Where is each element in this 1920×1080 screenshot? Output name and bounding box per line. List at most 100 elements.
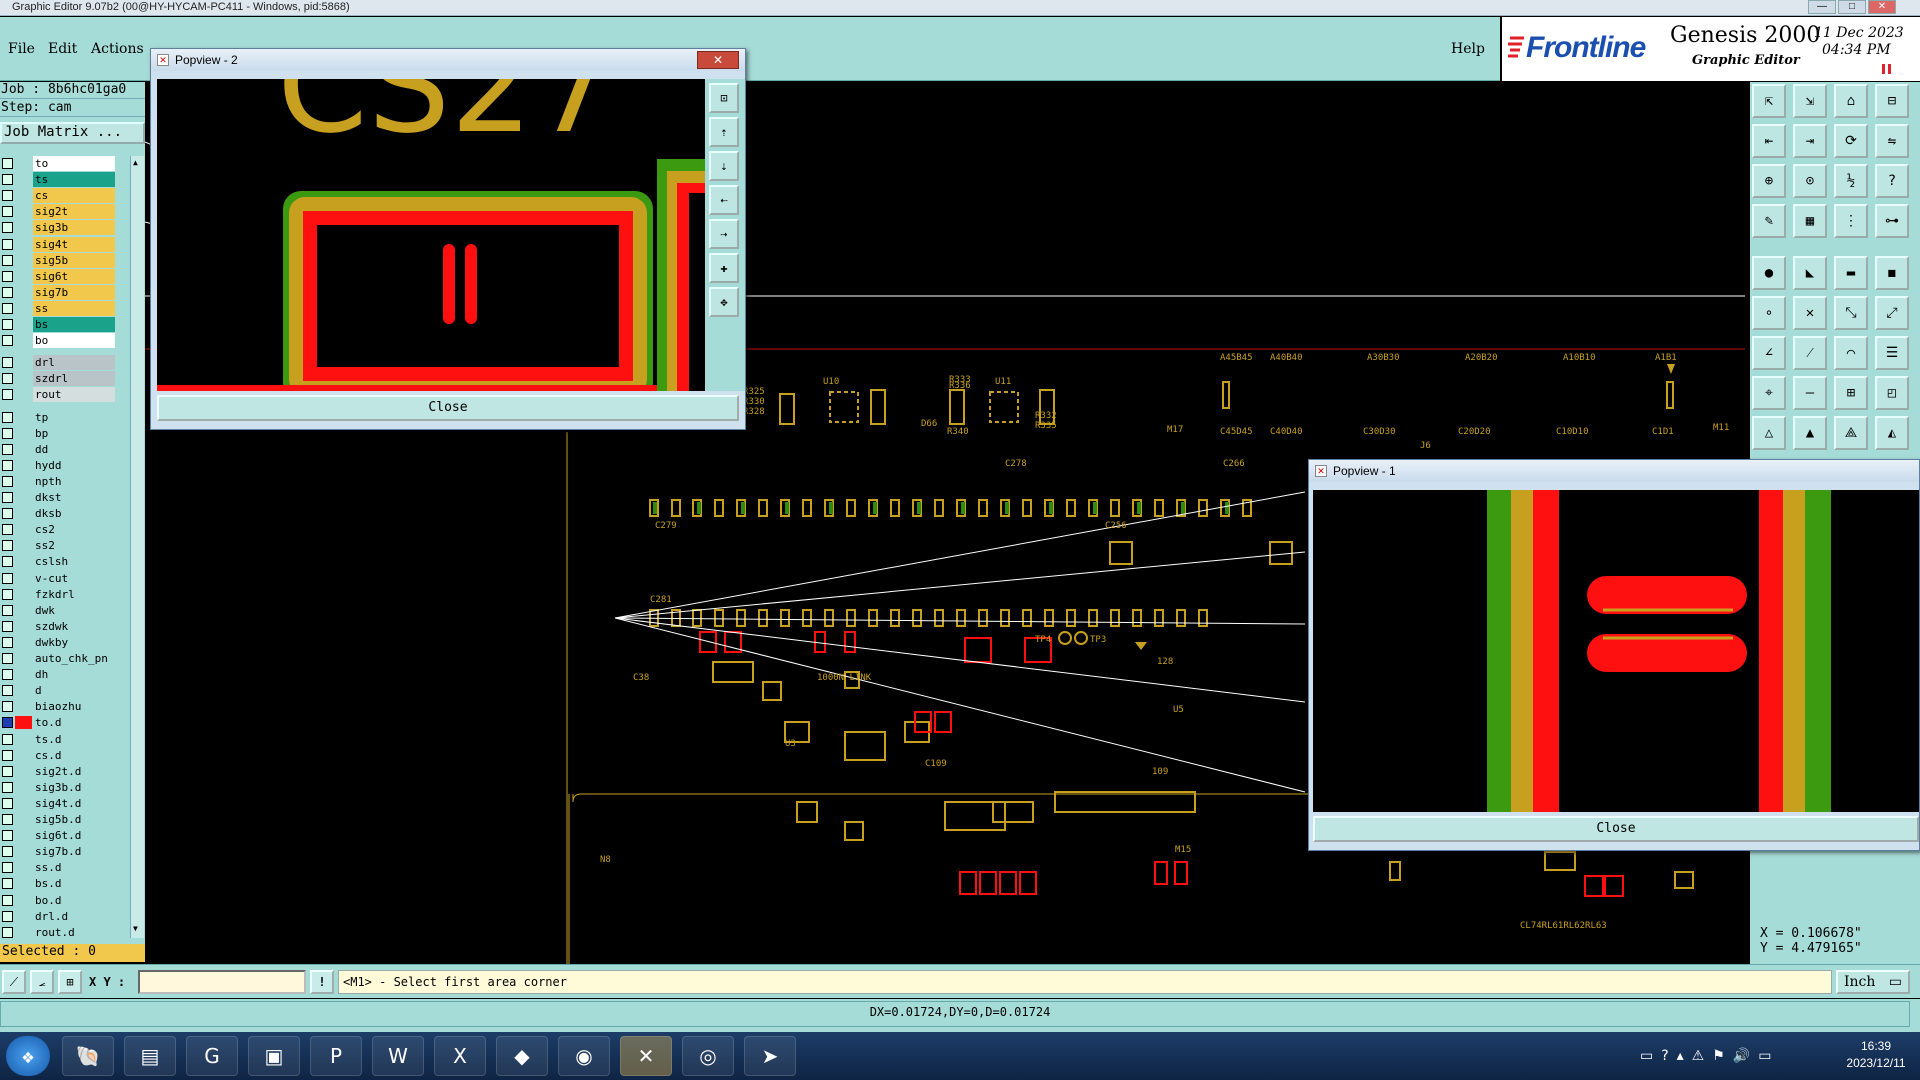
layer-row[interactable]: sig2t.d xyxy=(0,763,118,779)
layer-color-swatch[interactable] xyxy=(15,442,32,456)
layer-row[interactable]: bp xyxy=(0,425,118,441)
measure-icon[interactable]: ✎ xyxy=(1752,204,1786,238)
triangle-b-icon[interactable]: ▲ xyxy=(1793,416,1827,450)
layer-checkbox[interactable] xyxy=(2,357,13,369)
reshape-icon[interactable]: ⌖ xyxy=(1752,376,1786,410)
arc-icon[interactable]: ⌒ xyxy=(1834,336,1868,370)
layer-checkbox[interactable] xyxy=(2,158,13,169)
layer-color-swatch[interactable] xyxy=(15,318,32,331)
zoom-back-icon[interactable]: ⇲ xyxy=(1793,84,1827,118)
layer-name[interactable]: szdwk xyxy=(33,618,115,634)
layer-name[interactable]: bs xyxy=(33,317,115,332)
prompt-info-button[interactable]: ! xyxy=(310,970,334,994)
layer-color-swatch[interactable] xyxy=(15,474,32,488)
layer-color-swatch[interactable] xyxy=(15,253,32,267)
layer-color-swatch[interactable] xyxy=(15,269,32,283)
layer-color-swatch[interactable] xyxy=(15,587,32,601)
layer-name[interactable]: auto_chk_pn xyxy=(33,651,115,666)
taskbar-app-blue-icon[interactable]: ➤ xyxy=(744,1036,796,1076)
layer-color-swatch[interactable] xyxy=(15,410,32,424)
layer-checkbox[interactable] xyxy=(2,540,13,552)
layer-name[interactable]: drl xyxy=(33,355,115,371)
layer-row[interactable]: sig5b.d xyxy=(0,812,118,827)
layer-name[interactable]: sig6t xyxy=(33,268,115,284)
layer-color-swatch[interactable] xyxy=(15,189,32,203)
layer-checkbox[interactable] xyxy=(2,894,13,906)
layer-row[interactable]: bo.d xyxy=(0,892,118,908)
layer-color-swatch[interactable] xyxy=(15,861,32,875)
layer-color-swatch[interactable] xyxy=(15,301,32,315)
layer-color-swatch[interactable] xyxy=(15,555,32,569)
layer-row[interactable]: dwkby xyxy=(0,634,118,650)
help-icon[interactable]: ? xyxy=(1875,164,1909,198)
layer-row[interactable]: d xyxy=(0,683,118,699)
layer-name[interactable]: sig4t.d xyxy=(33,795,115,811)
layer-checkbox[interactable] xyxy=(2,604,13,616)
layer-row[interactable]: ss xyxy=(0,300,118,316)
layer-checkbox[interactable] xyxy=(2,814,13,825)
layer-color-swatch[interactable] xyxy=(15,684,32,698)
layer-name[interactable]: dd xyxy=(33,441,115,457)
menu-help[interactable]: Help xyxy=(1451,41,1485,57)
layer-row[interactable]: auto_chk_pn xyxy=(0,651,118,666)
layer-color-swatch[interactable] xyxy=(15,925,32,939)
taskbar-viewer-icon[interactable]: ◎ xyxy=(682,1036,734,1076)
home-icon[interactable]: ⌂ xyxy=(1834,84,1868,118)
layer-name[interactable]: tp xyxy=(33,409,115,425)
layer-row[interactable]: npth xyxy=(0,473,118,489)
layer-checkbox[interactable] xyxy=(2,286,13,298)
layer-row[interactable]: ss2 xyxy=(0,538,118,554)
layer-row[interactable]: sig7b xyxy=(0,284,118,300)
layer-row[interactable]: drl.d xyxy=(0,908,118,924)
layer-color-swatch[interactable] xyxy=(15,221,32,235)
layer-row[interactable]: drl xyxy=(0,355,118,371)
layer-row[interactable]: sig3b xyxy=(0,220,118,236)
layer-row[interactable]: v-cut xyxy=(0,570,118,586)
layer-checkbox[interactable] xyxy=(2,636,13,648)
point-select-icon[interactable]: ◼ xyxy=(1875,256,1909,290)
layer-checkbox[interactable] xyxy=(2,653,13,664)
layer-name[interactable]: sig2t.d xyxy=(33,763,115,779)
pan-left-icon[interactable]: ⇤ xyxy=(1752,124,1786,158)
layer-name[interactable]: dwkby xyxy=(33,634,115,650)
layer-checkbox[interactable] xyxy=(2,556,13,568)
layer-name[interactable]: cs.d xyxy=(33,747,115,763)
attach-icon[interactable]: ⊞ xyxy=(1834,376,1868,410)
snap-toggle-icon[interactable]: ⊶ xyxy=(1875,204,1909,238)
layer-name[interactable]: npth xyxy=(33,473,115,489)
layer-name[interactable]: ss2 xyxy=(33,538,115,554)
pad-select-icon[interactable]: ● xyxy=(1752,256,1786,290)
layer-name[interactable]: dwk xyxy=(33,602,115,618)
layer-checkbox[interactable] xyxy=(2,270,13,282)
layer-name[interactable]: sig4t xyxy=(33,236,115,252)
triangle-d-icon[interactable]: ◭ xyxy=(1875,416,1909,450)
layer-checkbox[interactable] xyxy=(2,475,13,487)
popview-2-close-button[interactable]: Close xyxy=(157,395,739,421)
layer-color-swatch[interactable] xyxy=(15,507,32,521)
layer-row[interactable]: bo xyxy=(0,333,118,349)
layer-color-swatch[interactable] xyxy=(15,652,32,665)
layer-row[interactable]: to xyxy=(0,156,118,171)
layer-color-swatch[interactable] xyxy=(15,635,32,649)
taskbar-excel-icon[interactable]: X xyxy=(434,1036,486,1076)
layer-name[interactable]: v-cut xyxy=(33,570,115,586)
layer-row[interactable]: rout.d xyxy=(0,924,118,940)
cross-select-icon[interactable]: ✕ xyxy=(1793,296,1827,330)
layer-checkbox[interactable] xyxy=(2,572,13,584)
taskbar-eraser-icon[interactable]: ◆ xyxy=(496,1036,548,1076)
layer-name[interactable]: rout.d xyxy=(33,924,115,940)
popview-zoom-in-icon[interactable]: ✚ xyxy=(709,253,739,283)
layer-checkbox[interactable] xyxy=(2,190,13,202)
move-line-icon[interactable]: — xyxy=(1793,376,1827,410)
layer-color-swatch[interactable] xyxy=(15,205,32,219)
unit-selector[interactable]: Inch ▭ xyxy=(1836,970,1910,994)
layer-color-swatch[interactable] xyxy=(15,571,32,585)
triangle-c-icon[interactable]: ⟁ xyxy=(1834,416,1868,450)
start-button[interactable]: ❖ xyxy=(6,1036,50,1076)
layer-row[interactable]: cs.d xyxy=(0,747,118,763)
layer-row[interactable]: sig4t.d xyxy=(0,795,118,811)
layer-row[interactable]: sig5b xyxy=(0,252,118,268)
taskbar-app-p-icon[interactable]: P xyxy=(310,1036,362,1076)
zoom-home-icon[interactable]: ⇱ xyxy=(1752,84,1786,118)
layer-row[interactable]: to.d xyxy=(0,715,118,731)
